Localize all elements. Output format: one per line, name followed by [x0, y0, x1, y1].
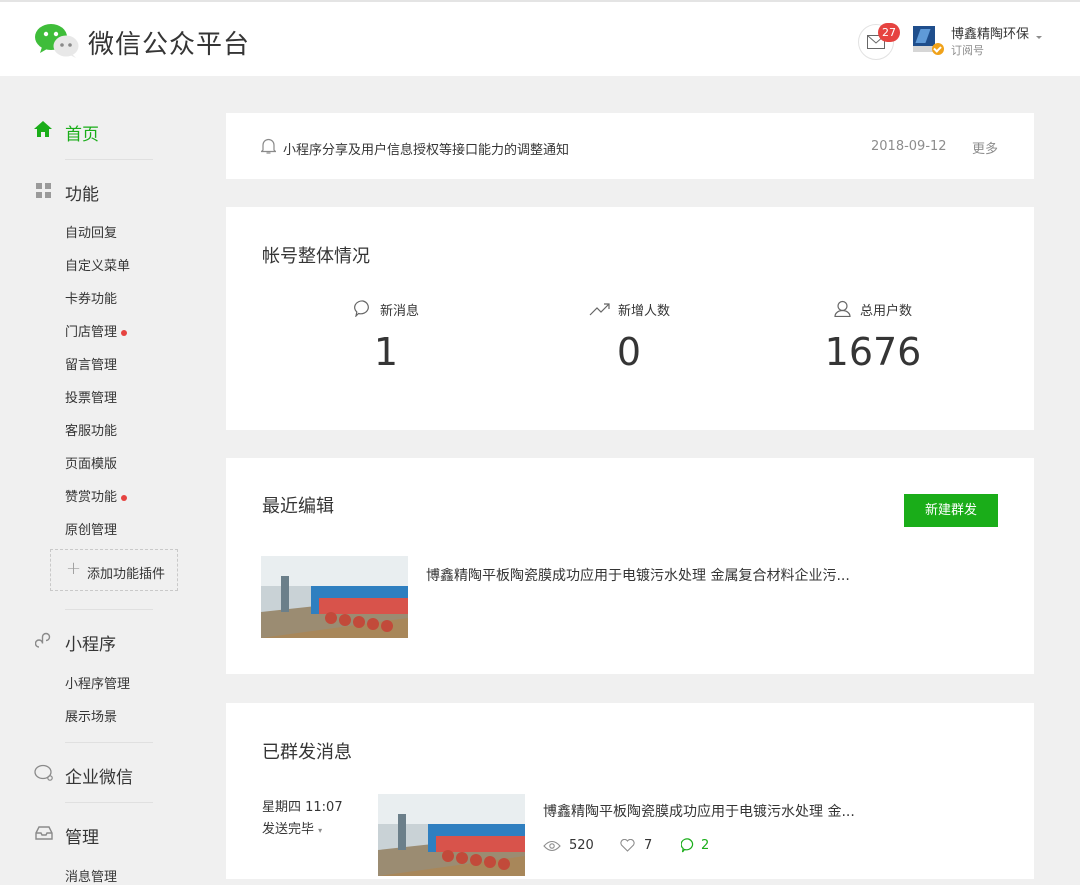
account-name[interactable]: 博鑫精陶环保	[951, 23, 1029, 42]
comment-icon[interactable]	[681, 838, 696, 853]
notice-card: 小程序分享及用户信息授权等接口能力的调整通知 2018-09-12 更多	[226, 113, 1034, 179]
recent-edit-title: 最近编辑	[262, 496, 334, 517]
platform-title[interactable]: 微信公众平台	[88, 24, 250, 61]
sidebar-section-manage[interactable]: 管理	[65, 823, 99, 848]
article-thumbnail[interactable]	[378, 794, 525, 876]
account-type: 订阅号	[951, 44, 984, 57]
sidebar-item-original[interactable]: 原创管理	[65, 519, 117, 538]
inbox-icon	[35, 826, 53, 840]
sent-title: 已群发消息	[262, 742, 352, 763]
sidebar-section-miniprogram[interactable]: 小程序	[65, 630, 116, 655]
sidebar-item-auto-reply[interactable]: 自动回复	[65, 222, 117, 241]
stat-value: 0	[616, 330, 642, 374]
stat-label: 新消息	[380, 304, 420, 319]
sidebar-divider	[65, 802, 153, 803]
sent-time: 星期四 11:07	[262, 800, 343, 815]
notice-link[interactable]: 小程序分享及用户信息授权等接口能力的调整通知	[283, 139, 569, 158]
stat-value: 1	[373, 330, 399, 374]
recent-article-link[interactable]: 博鑫精陶平板陶瓷膜成功应用于电镀污水处理 金属复合材料企业污...	[426, 565, 850, 585]
sent-status[interactable]: 发送完毕 ▾	[262, 818, 322, 837]
comments-count[interactable]: 2	[701, 838, 709, 853]
sidebar-item-message-manage[interactable]: 消息管理	[65, 866, 117, 885]
sidebar-divider	[65, 742, 153, 743]
user-icon	[834, 300, 851, 317]
likes-count: 7	[644, 838, 653, 853]
notice-date: 2018-09-12	[871, 139, 947, 154]
sidebar-section-features[interactable]: 功能	[65, 180, 99, 205]
eye-icon	[543, 840, 561, 852]
grid-icon	[36, 183, 51, 198]
sidebar-item-customer-service[interactable]: 客服功能	[65, 420, 117, 439]
sidebar-item-page-templates[interactable]: 页面模版	[65, 453, 117, 472]
more-link[interactable]: 更多	[972, 138, 998, 157]
sidebar-item-display-scenes[interactable]: 展示场景	[65, 706, 117, 725]
sidebar-item-reward[interactable]: 赞赏功能	[65, 486, 128, 505]
sent-messages-card: 已群发消息 星期四 11:07 发送完毕 ▾ 博鑫精陶平板陶瓷膜成功应用于电镀污…	[226, 703, 1034, 879]
views-count: 520	[569, 838, 594, 853]
new-dot-badge	[121, 494, 128, 501]
add-plugin-button[interactable]: + 添加功能插件	[50, 549, 178, 591]
sidebar-item-home[interactable]: 首页	[65, 120, 99, 145]
account-overview-card: 帐号整体情况 新消息 1 新增人数 0 总用户数 1676	[226, 207, 1034, 430]
verified-icon	[932, 43, 944, 55]
sidebar-section-work-wechat[interactable]: 企业微信	[65, 763, 133, 788]
sidebar-item-miniprogram-manage[interactable]: 小程序管理	[65, 673, 130, 692]
article-thumbnail[interactable]	[261, 556, 408, 638]
chat-bubble-icon	[354, 300, 369, 317]
stat-value: 1676	[824, 330, 922, 374]
sent-status-label: 发送完毕	[262, 822, 315, 837]
stat-label: 新增人数	[618, 304, 671, 319]
stat-label: 总用户数	[860, 304, 913, 319]
sidebar-item-label: 赞赏功能	[65, 490, 118, 505]
sidebar-item-votes[interactable]: 投票管理	[65, 387, 117, 406]
message-count-badge: 27	[878, 23, 900, 42]
miniprogram-icon	[35, 632, 51, 648]
home-icon	[34, 121, 52, 137]
new-broadcast-button[interactable]: 新建群发	[904, 494, 998, 527]
sidebar-item-label: 门店管理	[65, 325, 118, 340]
bell-icon	[261, 138, 276, 154]
overview-title: 帐号整体情况	[262, 246, 370, 267]
top-header: 微信公众平台 27 博鑫精陶环保 订阅号	[0, 0, 1080, 76]
recent-edit-card: 最近编辑 新建群发 博鑫精陶平板陶瓷膜成功应用于电镀污水处理 金属复合材料企业污…	[226, 458, 1034, 674]
sidebar-divider	[65, 609, 153, 610]
chevron-down-icon[interactable]	[1036, 36, 1042, 39]
caret-down-icon: ▾	[318, 826, 323, 835]
wechat-logo-icon[interactable]	[34, 22, 80, 58]
new-dot-badge	[121, 329, 128, 336]
sidebar-divider	[65, 159, 153, 160]
sidebar-item-stores[interactable]: 门店管理	[65, 321, 128, 340]
sidebar-item-comments[interactable]: 留言管理	[65, 354, 117, 373]
sidebar-item-coupons[interactable]: 卡券功能	[65, 288, 117, 307]
plus-icon: +	[66, 558, 82, 579]
heart-icon	[620, 839, 635, 852]
work-wechat-icon	[34, 764, 53, 781]
add-plugin-label: 添加功能插件	[87, 567, 166, 582]
sidebar-item-custom-menu[interactable]: 自定义菜单	[65, 255, 130, 274]
sent-article-link[interactable]: 博鑫精陶平板陶瓷膜成功应用于电镀污水处理 金...	[543, 801, 855, 821]
trend-up-icon	[589, 303, 610, 316]
